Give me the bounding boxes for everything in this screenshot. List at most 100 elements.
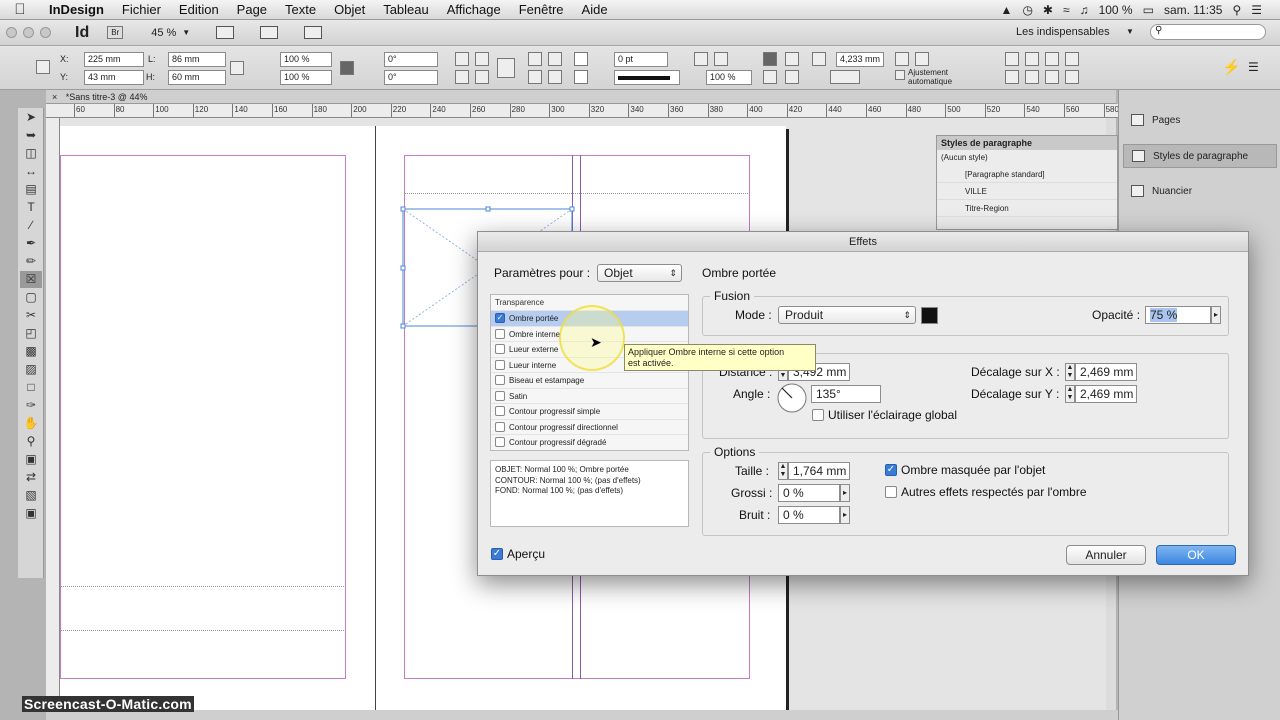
eyedropper-tool-icon[interactable]: ✑ (20, 397, 42, 414)
note-tool-icon[interactable]: □ (20, 379, 42, 396)
preview-checkbox[interactable]: ✓ (491, 548, 503, 560)
fit-content-icon[interactable] (915, 52, 929, 66)
scissors-tool-icon[interactable]: ✂ (20, 307, 42, 324)
menu-fenetre[interactable]: Fenêtre (510, 2, 573, 17)
zoom-tool-icon[interactable]: ⚲ (20, 433, 42, 450)
screen-mode-icon[interactable] (260, 26, 279, 39)
clock[interactable]: sam. 11:35 (1164, 3, 1222, 17)
flip-v-icon[interactable] (475, 70, 489, 84)
arrange-documents-icon[interactable] (304, 26, 323, 39)
text-wrap-icon[interactable] (830, 70, 860, 84)
vertical-ruler[interactable] (46, 118, 60, 710)
offset-y-field[interactable]: 2,469 mm (1075, 385, 1137, 403)
menu-edition[interactable]: Edition (170, 2, 228, 17)
noise-field[interactable]: 0 % (778, 506, 840, 524)
effect-checkbox[interactable] (495, 406, 505, 416)
chevron-right-icon[interactable]: ▸ (840, 484, 850, 502)
frame-handle[interactable] (400, 323, 406, 329)
rotate-ccw-icon[interactable] (475, 52, 489, 66)
wifi-icon[interactable]: ≈ (1063, 3, 1070, 17)
checkmark-icon[interactable]: ✓ (495, 313, 505, 323)
frame-handle[interactable] (569, 206, 575, 212)
menu-texte[interactable]: Texte (276, 2, 325, 17)
effect-checkbox[interactable] (495, 390, 505, 401)
menu-tableau[interactable]: Tableau (374, 2, 438, 17)
effect-checkbox[interactable] (495, 421, 505, 432)
align-left-edges-icon[interactable] (1005, 70, 1019, 84)
effect-row[interactable]: Satin (491, 387, 688, 404)
screen-mode-tool-icon[interactable]: ▣ (20, 505, 42, 522)
column-width-field[interactable]: 4,233 mm (836, 52, 884, 67)
size-field[interactable]: 1,764 mm (788, 462, 850, 480)
stroke-weight-field[interactable]: 0 pt (614, 52, 668, 67)
gradient-feather-tool-icon[interactable]: ▨ (20, 361, 42, 378)
page-tool-icon[interactable]: ◫ (20, 145, 42, 162)
opacity-field[interactable]: 75 % (1145, 306, 1211, 324)
style-row[interactable]: [Paragraphe standard] (937, 166, 1117, 183)
align-right-edges-icon[interactable] (1045, 70, 1059, 84)
style-row[interactable]: Titre-Region (937, 200, 1117, 217)
zoom-window-button[interactable] (40, 27, 51, 38)
bluetooth-icon[interactable]: ✱ (1043, 3, 1053, 17)
type-tool-icon[interactable]: T (20, 199, 42, 216)
shear-field[interactable]: 0° (384, 70, 438, 85)
offset-x-stepper[interactable]: ▲ ▼ (1065, 363, 1075, 381)
swap-colors-icon[interactable]: ⇄ (20, 469, 42, 486)
align-justify-icon[interactable] (785, 70, 799, 84)
drop-shadow-icon[interactable] (694, 52, 708, 66)
panel-title[interactable]: Styles de paragraphe (937, 136, 1117, 150)
select-previous-icon[interactable] (528, 70, 542, 84)
effects-icon[interactable] (714, 52, 728, 66)
scale-x-field[interactable]: 100 % (280, 52, 332, 67)
time-machine-icon[interactable]: ◷ (1022, 3, 1032, 17)
chevron-down-icon[interactable]: ▼ (1126, 27, 1134, 36)
gradient-swatch-tool-icon[interactable]: ▩ (20, 343, 42, 360)
volume-icon[interactable]: ♫ (1080, 3, 1089, 17)
cancel-button[interactable]: Annuler (1066, 545, 1146, 565)
link-scale-icon[interactable] (340, 61, 354, 75)
size-stepper[interactable]: ▲ ▼ (778, 462, 788, 480)
dock-item-paragraph-styles[interactable]: Styles de paragraphe (1123, 144, 1277, 168)
stroke-type-select[interactable] (614, 70, 680, 85)
effect-checkbox[interactable] (495, 328, 505, 339)
apply-none-icon[interactable]: ▧ (20, 487, 42, 504)
scale-y-field[interactable]: 100 % (280, 70, 332, 85)
align-bottom-icon[interactable] (1045, 52, 1059, 66)
chevron-right-icon[interactable]: ▸ (840, 506, 850, 524)
x-field[interactable]: 225 mm (84, 52, 144, 67)
effect-row[interactable]: Contour progressif dégradé (491, 434, 688, 450)
fill-stroke-icon[interactable]: ▣ (20, 451, 42, 468)
bridge-button[interactable]: Br (107, 26, 124, 39)
knockout-checkbox[interactable]: ✓ (885, 464, 897, 476)
effect-checkbox[interactable] (495, 359, 505, 370)
fill-swatch-icon[interactable] (574, 52, 588, 66)
flip-h-icon[interactable] (455, 70, 469, 84)
chevron-right-icon[interactable]: ▸ (1211, 306, 1221, 324)
select-next-icon[interactable] (548, 70, 562, 84)
distribute-icon[interactable] (1065, 52, 1079, 66)
effect-row[interactable]: Biseau et estampage (491, 372, 688, 388)
align-center-icon[interactable] (785, 52, 799, 66)
hand-tool-icon[interactable]: ✋ (20, 415, 42, 432)
distribute-h-icon[interactable] (1065, 70, 1079, 84)
ok-button[interactable]: OK (1156, 545, 1236, 565)
rectangle-frame-tool-icon[interactable]: ☒ (20, 271, 42, 288)
params-select[interactable]: Objet ⇕ (597, 264, 682, 282)
effect-checkbox[interactable] (495, 437, 505, 447)
offset-x-field[interactable]: 2,469 mm (1075, 363, 1137, 381)
close-icon[interactable]: × (52, 92, 57, 102)
spotlight-icon[interactable]: ⚲ (1232, 3, 1241, 17)
rotation-field[interactable]: 0° (384, 52, 438, 67)
frame-handle[interactable] (400, 265, 406, 271)
rotate-cw-icon[interactable] (455, 52, 469, 66)
pencil-tool-icon[interactable]: ✏ (20, 253, 42, 270)
honor-effects-checkbox[interactable] (885, 486, 897, 498)
line-tool-icon[interactable]: ∕ (20, 217, 42, 234)
adobe-icon[interactable]: ▲ (1001, 3, 1013, 17)
gap-tool-icon[interactable]: ↔ (20, 163, 42, 180)
rectangle-tool-icon[interactable]: ▢ (20, 289, 42, 306)
menu-affichage[interactable]: Affichage (438, 2, 510, 17)
menu-fichier[interactable]: Fichier (113, 2, 170, 17)
selection-tool-icon[interactable]: ➤ (20, 109, 42, 126)
frame-handle[interactable] (400, 206, 406, 212)
